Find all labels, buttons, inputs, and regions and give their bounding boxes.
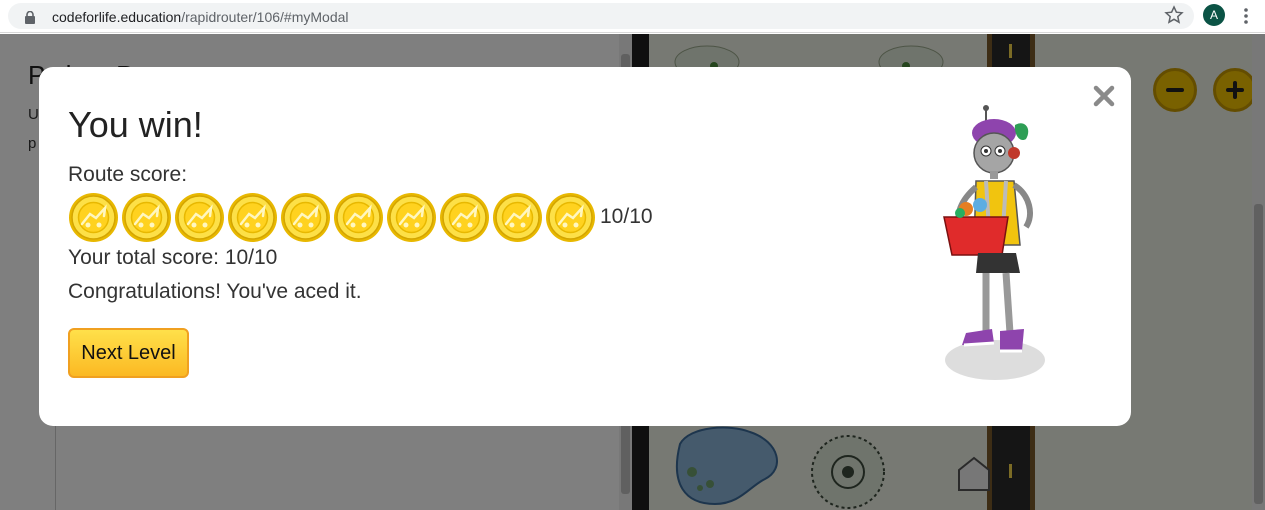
next-level-button[interactable]: Next Level <box>68 328 189 378</box>
gold-coin-icon <box>175 192 224 242</box>
gold-coin-icon <box>546 192 595 242</box>
total-score: Your total score: 10/10 <box>68 246 278 269</box>
kebab-menu-icon[interactable] <box>1238 6 1254 26</box>
robot-character-image <box>943 105 1045 380</box>
gold-coin-icon <box>334 192 383 242</box>
gold-coin-icon <box>440 192 489 242</box>
gold-coin-icon <box>493 192 542 242</box>
browser-toolbar: codeforlife.education/rapidrouter/106/#m… <box>0 0 1265 33</box>
route-score-coins: 10/10 <box>68 191 653 243</box>
gold-coin-icon <box>69 192 118 242</box>
gold-coin-icon <box>281 192 330 242</box>
profile-avatar[interactable]: A <box>1203 4 1225 26</box>
modal-title: You win! <box>68 104 203 145</box>
gold-coin-icon <box>122 192 171 242</box>
gold-coin-icon <box>228 192 277 242</box>
congratulations-message: Congratulations! You've aced it. <box>68 280 362 303</box>
lock-icon <box>25 11 35 24</box>
gold-coin-icon <box>387 192 436 242</box>
address-bar[interactable]: codeforlife.education/rapidrouter/106/#m… <box>8 3 1194 29</box>
url-path: /rapidrouter/106/#myModal <box>181 9 349 25</box>
bookmark-star-icon[interactable] <box>1164 5 1184 25</box>
close-icon[interactable] <box>1092 84 1116 108</box>
route-score-value: 10/10 <box>600 205 653 228</box>
route-score-label: Route score: <box>68 163 188 186</box>
url-domain: codeforlife.education <box>52 9 182 25</box>
url-text[interactable]: codeforlife.education/rapidrouter/106/#m… <box>52 9 349 25</box>
